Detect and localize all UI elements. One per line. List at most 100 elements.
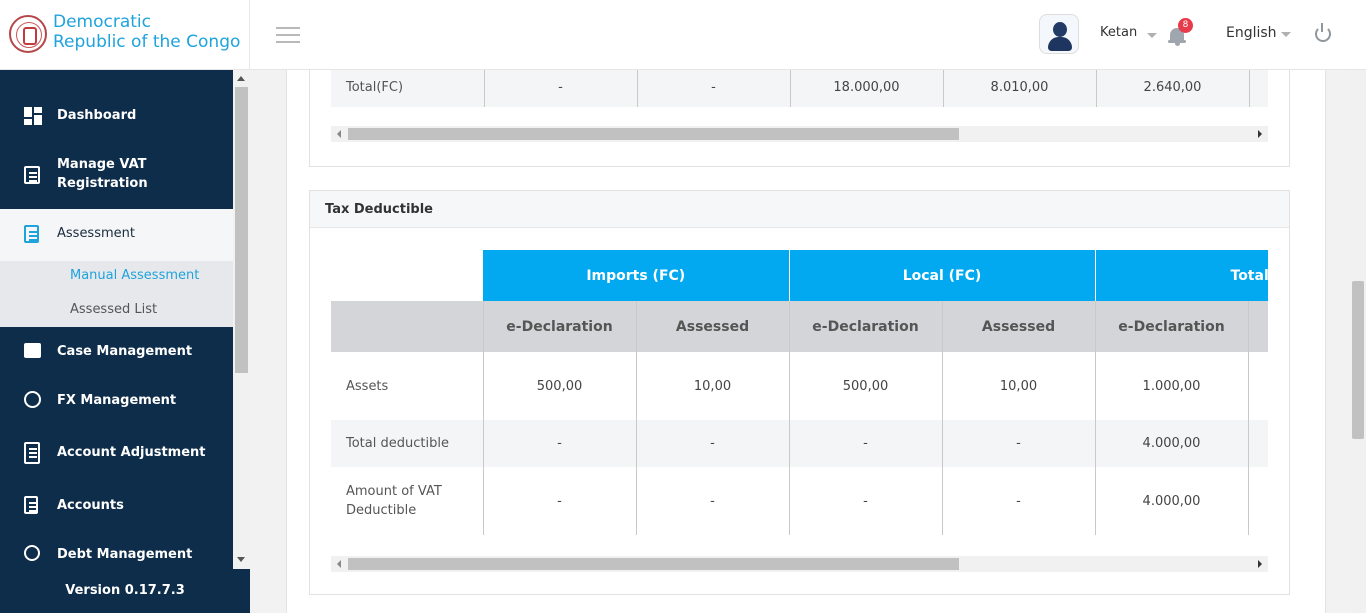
table-cell: -: [483, 68, 637, 107]
top-header: Democratic Republic of the Congo Ketan 8…: [0, 0, 1366, 70]
table-cell: 4.000,00: [1094, 420, 1248, 467]
top-table-horizontal-scrollbar[interactable]: [331, 126, 1268, 142]
scroll-down-icon[interactable]: [237, 557, 245, 562]
sidebar: Dashboard Manage VAT Registration Assess…: [0, 70, 250, 613]
coat-of-arms-logo: [9, 15, 47, 53]
language-selector[interactable]: English: [1226, 25, 1277, 41]
user-menu-chevron-down-icon[interactable]: [1147, 33, 1157, 38]
brand-title: Democratic Republic of the Congo: [53, 12, 240, 52]
page-scrollbar[interactable]: [1350, 70, 1366, 613]
user-name[interactable]: Ketan: [1100, 25, 1137, 40]
tax-deductible-table: Imports (FC) Local (FC) Total (FC) e-Dec…: [331, 250, 1268, 535]
brand-line-1: Democratic: [53, 12, 151, 32]
sidebar-item-dashboard[interactable]: Dashboard: [0, 98, 233, 134]
row-label: Total(FC): [346, 80, 404, 95]
table-cell: -: [941, 420, 1095, 467]
sidebar-item-label-line-2: Registration: [57, 176, 148, 191]
table-cell: [1248, 68, 1268, 107]
menu-toggle-icon[interactable]: [276, 27, 300, 43]
table-cell: [1247, 420, 1268, 467]
sidebar-item-label-line-1: Manage VAT: [57, 157, 147, 172]
sidebar-item-accounts[interactable]: Accounts: [0, 486, 233, 524]
table-cell: -: [636, 68, 790, 107]
horizontal-scrollbar-thumb[interactable]: [348, 128, 959, 140]
table-cell: -: [482, 467, 636, 535]
submenu-item-manual-assessment[interactable]: Manual Assessment: [70, 268, 199, 283]
column-header: Assessed: [635, 301, 789, 352]
scroll-right-icon[interactable]: [1258, 130, 1262, 138]
language-chevron-down-icon[interactable]: [1281, 32, 1291, 37]
column-header: Assessed: [941, 301, 1095, 352]
group-header-total: Total (FC): [1094, 250, 1268, 301]
scroll-left-icon[interactable]: [337, 130, 341, 138]
table-cell: -: [788, 467, 942, 535]
table-cell: 1.000,00: [1094, 352, 1248, 420]
folder-icon: [24, 343, 41, 358]
sidebar-item-fx-management[interactable]: FX Management: [0, 381, 233, 419]
sidebar-item-label: Case Management: [57, 344, 193, 359]
table-cell: 500,00: [788, 352, 942, 420]
table-cell: [1247, 352, 1268, 420]
table-cell: 8.010,00: [942, 68, 1096, 107]
row-label: Total deductible: [346, 436, 449, 451]
empty-sub-header-cell: [331, 301, 483, 352]
submenu-item-assessed-list[interactable]: Assessed List: [70, 302, 157, 317]
sub-header-row: e-Declaration Assessed e-Declaration Ass…: [331, 301, 1268, 352]
brand[interactable]: Democratic Republic of the Congo: [0, 0, 250, 70]
table-cell: 18.000,00: [789, 68, 943, 107]
power-icon[interactable]: [1315, 23, 1331, 42]
table-cell: -: [635, 420, 789, 467]
column-header: e-Declaration: [1094, 301, 1248, 352]
assessment-submenu: Manual Assessment Assessed List: [0, 261, 233, 327]
top-table: Total(FC) - - 18.000,00 8.010,00 2.640,0…: [331, 68, 1268, 107]
table-cell: 500,00: [482, 352, 636, 420]
sidebar-item-label: Assessment: [57, 226, 135, 241]
table-cell: 2.640,00: [1095, 68, 1249, 107]
column-header: e-Declaration: [482, 301, 636, 352]
column-header: e-Declaration: [788, 301, 942, 352]
scroll-left-icon[interactable]: [337, 560, 341, 568]
top-table-viewport: Total(FC) - - 18.000,00 8.010,00 2.640,0…: [331, 68, 1268, 107]
dashboard-icon: [24, 107, 42, 125]
notification-badge: 8: [1178, 18, 1193, 33]
sidebar-scrollbar[interactable]: [233, 70, 250, 569]
group-header-local: Local (FC): [788, 250, 1095, 301]
table-cell: 10,00: [635, 352, 789, 420]
app-version: Version 0.17.7.3: [65, 583, 185, 598]
row-label: Amount of VAT Deductible: [331, 467, 483, 535]
row-label-line-2: Deductible: [346, 503, 417, 518]
sidebar-item-account-adjustment[interactable]: Account Adjustment: [0, 432, 233, 472]
group-header-imports: Imports (FC): [483, 250, 789, 301]
table-row: Amount of VAT Deductible - - - - 4.000,0…: [331, 467, 1268, 535]
sidebar-item-manage-vat-registration[interactable]: Manage VAT Registration: [0, 150, 233, 200]
calculator-icon: [24, 442, 40, 464]
group-header-row: Imports (FC) Local (FC) Total (FC): [331, 250, 1268, 301]
sidebar-item-label: Accounts: [57, 498, 124, 513]
sidebar-item-label: Manage VAT Registration: [57, 155, 148, 193]
sidebar-item-assessment[interactable]: Assessment: [0, 209, 233, 261]
scroll-up-icon[interactable]: [237, 76, 245, 81]
table-cell: -: [635, 467, 789, 535]
tax-deductible-horizontal-scrollbar[interactable]: [331, 556, 1268, 572]
table-cell: [1247, 467, 1268, 535]
sidebar-item-label: Dashboard: [57, 108, 137, 123]
document-icon: [24, 166, 40, 184]
table-cell: -: [482, 420, 636, 467]
tax-deductible-title: Tax Deductible: [310, 191, 1289, 228]
table-row: Assets 500,00 10,00 500,00 10,00 1.000,0…: [331, 352, 1268, 420]
sidebar-item-label: Account Adjustment: [57, 445, 206, 460]
table-row: Total(FC) - - 18.000,00 8.010,00 2.640,0…: [331, 68, 1268, 107]
sidebar-item-label: FX Management: [57, 393, 177, 408]
sidebar-item-debt-management[interactable]: Debt Management: [0, 535, 233, 573]
sidebar-item-case-management[interactable]: Case Management: [0, 332, 233, 370]
assessment-icon: [24, 225, 39, 243]
sidebar-scrollbar-thumb[interactable]: [235, 87, 248, 373]
row-label-line-1: Amount of VAT: [346, 484, 442, 499]
scroll-right-icon[interactable]: [1258, 560, 1262, 568]
horizontal-scrollbar-thumb[interactable]: [348, 558, 959, 570]
table-cell: 10,00: [941, 352, 1095, 420]
table-cell: -: [788, 420, 942, 467]
page-scrollbar-thumb[interactable]: [1352, 281, 1364, 439]
brand-line-2: Republic of the Congo: [53, 32, 241, 52]
user-avatar[interactable]: [1039, 14, 1079, 54]
